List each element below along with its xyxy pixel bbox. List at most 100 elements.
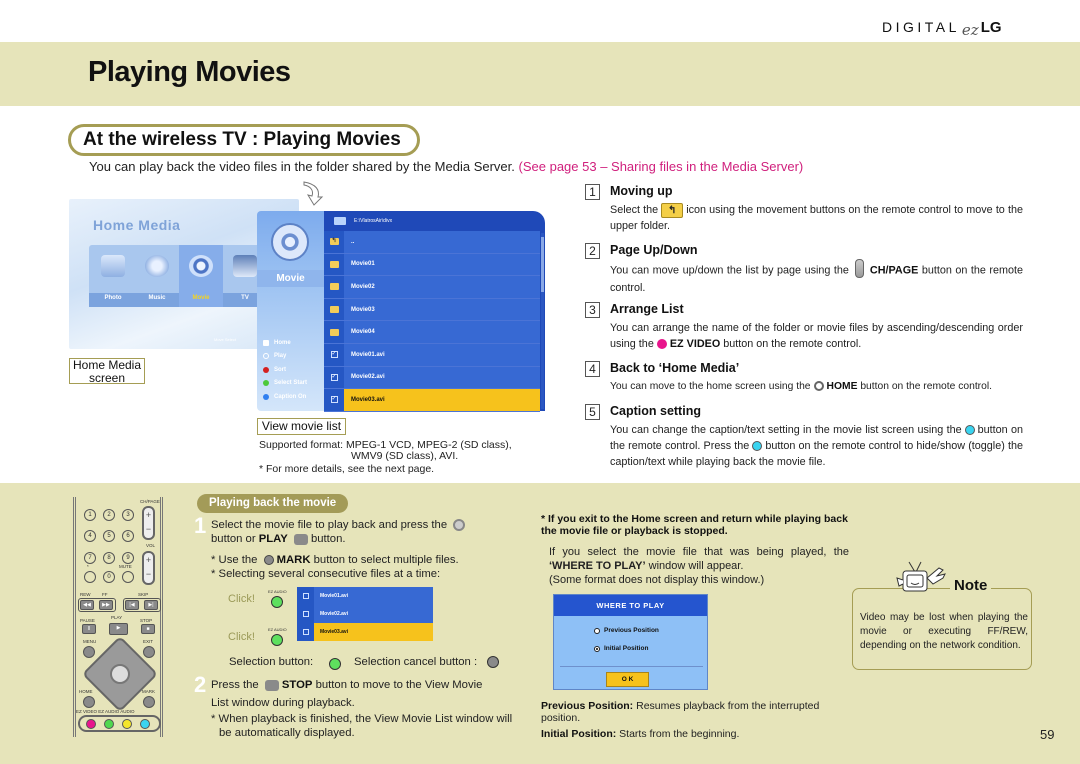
remote-menu-button[interactable] — [83, 646, 95, 658]
position-descriptions: Previous Position: Resumes playback from… — [541, 700, 853, 740]
remote-key-8[interactable]: 8 — [103, 552, 115, 564]
remote-caption-button[interactable] — [140, 719, 150, 729]
option-previous-position[interactable]: Previous Position — [594, 627, 659, 634]
remote-skip-fwd-button[interactable]: ▶| — [144, 600, 158, 610]
list-row-file-selected[interactable]: ✓ Movie03.avi — [324, 389, 540, 412]
remote-vol-label: VOL — [146, 543, 156, 548]
checkbox-checked-icon[interactable] — [302, 593, 309, 599]
step-body: Select the ↰ icon using the movement butto… — [610, 202, 1023, 234]
option-label: Initial Position — [604, 645, 649, 652]
scrollbar-thumb[interactable] — [541, 237, 544, 292]
folder-up-icon: ↰ — [661, 202, 684, 218]
tv-mascot-icon — [896, 561, 946, 592]
wtp-text: If you select the movie file that was be… — [549, 546, 849, 558]
row-name: Movie02.avi — [344, 366, 540, 389]
list-row-up[interactable]: ↰.. — [324, 231, 540, 254]
home-media-title: Home Media — [93, 217, 181, 233]
radio-unselected-icon[interactable] — [594, 627, 600, 634]
remote-stop-button[interactable]: ■ — [141, 624, 155, 634]
mini-list-row-selected[interactable]: Movie03.avi — [297, 623, 433, 641]
remote-pause-label: PAUSE — [80, 618, 95, 623]
remote-key-7[interactable]: 7 — [84, 552, 96, 564]
menu-item-caption-on[interactable]: Caption On — [263, 390, 325, 404]
list-row-folder[interactable]: Movie02 — [324, 276, 540, 299]
remote-ez-video-button[interactable] — [86, 719, 96, 729]
remote-mute-button[interactable] — [122, 571, 134, 583]
scrollbar[interactable] — [541, 233, 544, 409]
checkbox-checked-icon[interactable]: ✓ — [330, 373, 338, 381]
remote-exit-button[interactable] — [143, 646, 155, 658]
checkbox-checked-icon[interactable]: ✓ — [330, 396, 338, 404]
menu-item-sort[interactable]: Sort — [263, 363, 325, 377]
home-media-item-movie[interactable]: Movie — [179, 245, 223, 307]
mark-button-icon — [487, 656, 499, 668]
selection-cancel-label: Selection cancel button : — [354, 656, 478, 668]
menu-item-home[interactable]: Home — [263, 336, 325, 350]
list-row-file[interactable]: ✓ Movie02.avi — [324, 366, 540, 390]
menu-item-label: Select Start — [274, 380, 308, 387]
remote-key-6[interactable]: 6 — [122, 530, 134, 542]
list-row-folder[interactable]: Movie04 — [324, 321, 540, 344]
list-row-folder[interactable]: Movie01 — [324, 253, 540, 277]
remote-key-9[interactable]: 9 — [122, 552, 134, 564]
ez-audio-button-icon — [271, 596, 283, 608]
remote-pause-button[interactable]: II — [82, 624, 96, 634]
checkbox-checked-icon[interactable] — [302, 611, 309, 617]
brand-ez: ez — [961, 21, 979, 39]
movie-category-label: Movie — [257, 270, 324, 287]
dialog-divider — [560, 666, 703, 667]
playback-text: Select the movie file to play back and p… — [211, 519, 448, 531]
home-media-item-label: Music — [148, 295, 166, 301]
checkbox-checked-icon[interactable]: ✓ — [330, 351, 338, 359]
remote-play-label: PLAY — [111, 615, 123, 620]
step-title: Page Up/Down — [610, 243, 698, 257]
playback-text: button to move to the View Movie — [315, 679, 483, 691]
remote-ff-button[interactable]: ▶▶ — [99, 600, 113, 610]
folder-icon — [329, 306, 339, 314]
remote-rew-button[interactable]: ◀◀ — [80, 600, 94, 610]
menu-item-select-start[interactable]: Select Start — [263, 377, 325, 391]
option-initial-position[interactable]: Initial Position — [594, 645, 648, 652]
home-media-item-photo[interactable]: Photo — [91, 245, 135, 307]
more-details-note: * For more details, see the next page. — [259, 463, 435, 475]
brand-logo: DIGITAL ez LG — [882, 18, 1002, 39]
remote-key-4[interactable]: 4 — [84, 530, 96, 542]
ok-button[interactable]: O K — [606, 672, 649, 687]
playback-text: * Use the — [211, 554, 258, 566]
menu-item-label: Sort — [274, 366, 286, 373]
menu-item-play[interactable]: Play — [263, 350, 325, 364]
remote-key-0[interactable]: 0 — [103, 571, 115, 583]
remote-key-1[interactable]: 1 — [84, 509, 96, 521]
home-media-item-music[interactable]: Music — [135, 245, 179, 307]
remote-key-3[interactable]: 3 — [122, 509, 134, 521]
remote-vol-rocker[interactable]: + − — [142, 551, 155, 585]
remote-ez-audio-button[interactable] — [104, 719, 114, 729]
remote-ok-button[interactable] — [110, 664, 130, 684]
remote-audio-button[interactable] — [122, 719, 132, 729]
list-row-folder[interactable]: Movie03 — [324, 298, 540, 322]
home-button-icon — [813, 381, 824, 392]
checkbox-checked-icon[interactable] — [302, 629, 309, 635]
remote-key-star[interactable] — [84, 571, 96, 583]
row-name: Movie03 — [344, 298, 540, 321]
radio-selected-icon[interactable] — [594, 645, 600, 652]
intro-link[interactable]: (See page 53 – Sharing files in the Medi… — [519, 159, 804, 174]
remote-skip-back-button[interactable]: |◀ — [125, 600, 139, 610]
mini-row-name: Movie02.avi — [314, 605, 433, 623]
mini-row-name: Movie03.avi — [314, 623, 433, 641]
mini-list-row[interactable]: Movie02.avi — [297, 605, 433, 623]
remote-home-button[interactable] — [83, 696, 95, 708]
remote-mark-label: MARK — [142, 689, 156, 694]
playback-text: Press the — [211, 679, 259, 691]
mini-list-row[interactable]: Movie01.avi — [297, 587, 433, 605]
remote-exit-label: EXIT — [143, 639, 154, 644]
remote-play-button[interactable]: ▶ — [109, 623, 128, 635]
list-row-file[interactable]: ✓ Movie01.avi — [324, 343, 540, 367]
remote-mark-button[interactable] — [143, 696, 155, 708]
remote-ch-page-rocker[interactable]: + − — [142, 506, 155, 540]
step-key: EZ VIDEO — [669, 338, 721, 350]
remote-mute-label: MUTE — [119, 564, 132, 569]
remote-key-2[interactable]: 2 — [103, 509, 115, 521]
remote-key-5[interactable]: 5 — [103, 530, 115, 542]
home-media-item-label: Movie — [192, 295, 210, 301]
